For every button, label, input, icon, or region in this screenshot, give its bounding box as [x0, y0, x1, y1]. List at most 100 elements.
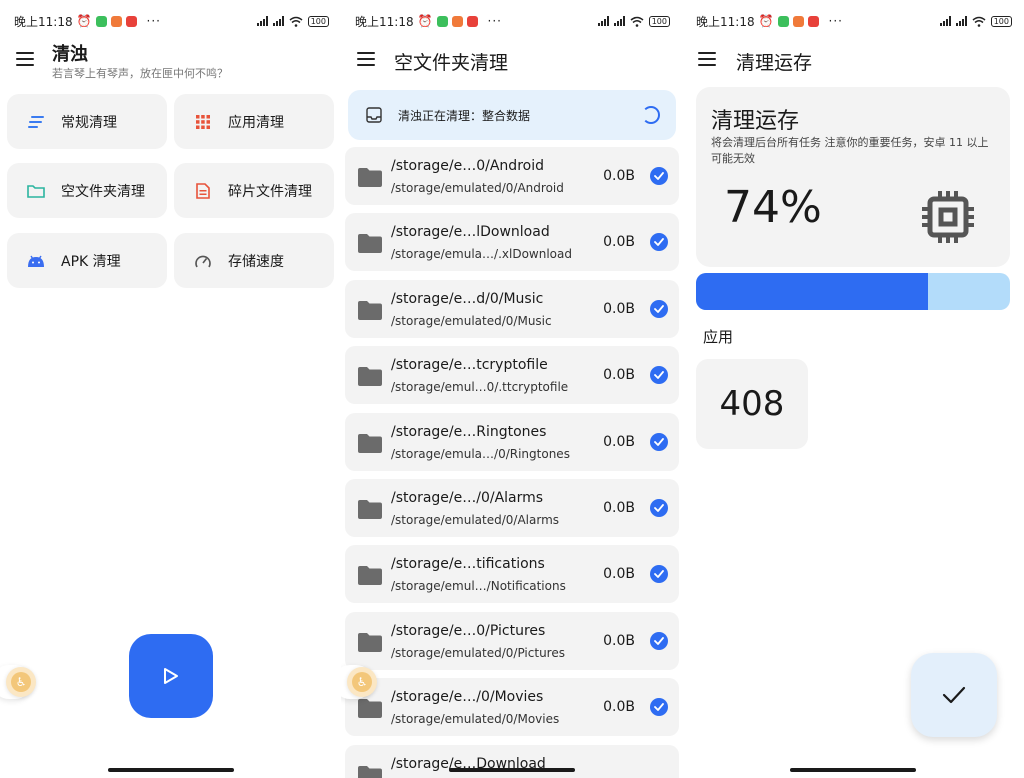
signal-icon [256, 16, 268, 26]
confirm-clean-button[interactable] [911, 653, 997, 737]
tile-label: 存储速度 [228, 253, 284, 270]
tile-storage-speed[interactable]: 存储速度 [174, 233, 334, 288]
check-circle-icon[interactable] [650, 698, 668, 717]
menu-icon[interactable] [698, 52, 716, 66]
tile-apk-clean[interactable]: APK 清理 [7, 233, 167, 288]
check-icon [942, 686, 966, 704]
menu-icon[interactable] [357, 52, 375, 66]
status-time: 晚上11:18 [355, 14, 414, 29]
check-circle-icon[interactable] [650, 366, 668, 385]
check-circle-icon[interactable] [650, 631, 668, 650]
folder-row[interactable]: /storage/e…d/0/Music/storage/emulated/0/… [345, 279, 679, 338]
tile-fragment-clean[interactable]: 碎片文件清理 [174, 163, 334, 218]
battery-icon: 100 [990, 15, 1012, 27]
alarm-off-icon: ⏰ [76, 14, 92, 28]
home-indicator[interactable] [107, 768, 234, 772]
app-notification-icon [466, 15, 478, 27]
tile-label: 常规清理 [61, 114, 117, 131]
accessibility-icon: ♿ [352, 672, 372, 692]
app-notification-icon [125, 15, 137, 27]
folder-path: /storage/emulated/0/Android [391, 181, 564, 195]
folder-name: /storage/e…0/Pictures [391, 622, 546, 639]
speedometer-icon [194, 253, 212, 269]
page-title: 空文件夹清理 [394, 52, 509, 74]
screen-ram-clean: 晚上11:18 ⏰ ··· 100 清理运存 清理运存 将会清理后台所有任务 注… [682, 0, 1024, 778]
play-icon [164, 668, 178, 684]
folder-icon [358, 632, 382, 652]
apps-count-card: 408 [696, 359, 808, 449]
folder-name: /storage/e…0/Android [391, 158, 544, 174]
floating-assistant-button[interactable]: ♿ [6, 667, 36, 697]
folder-path: /storage/emul…0/.ttcryptofile [391, 380, 569, 395]
wifi-icon [630, 16, 644, 27]
folder-icon [358, 433, 382, 453]
check-circle-icon[interactable] [650, 299, 668, 318]
app-notification-icon [792, 15, 804, 27]
folder-size: 0.0B [603, 367, 635, 384]
tile-label: 空文件夹清理 [61, 183, 145, 200]
folder-path: /storage/emula…/.xlDownload [391, 247, 572, 262]
more-notifications: ··· [828, 14, 843, 28]
battery-icon: 100 [307, 15, 329, 27]
app-subtitle: 若言琴上有琴声，放在匣中何不鸣？ [52, 67, 228, 80]
folder-row[interactable]: /storage/e…tcryptofile/storage/emul…0/.t… [345, 346, 679, 405]
battery-icon: 100 [648, 15, 670, 27]
cleaning-progress-banner: 清浊正在清理：整合数据 [348, 90, 676, 140]
folder-row[interactable]: /storage/e…/0/Alarms/storage/emulated/0/… [345, 479, 679, 537]
tile-label: APK 清理 [61, 253, 121, 270]
menu-icon[interactable] [16, 52, 34, 66]
check-circle-icon[interactable] [650, 233, 668, 252]
signal-icon [597, 16, 609, 26]
start-clean-button[interactable] [129, 634, 213, 718]
document-icon [194, 182, 212, 199]
folder-row[interactable]: /storage/e…Ringtones/storage/emula…/0/Ri… [345, 412, 679, 471]
check-circle-icon[interactable] [650, 432, 668, 451]
folder-row[interactable]: /storage/e…Download [345, 744, 679, 778]
alarm-off-icon: ⏰ [417, 14, 433, 28]
folder-row[interactable]: /storage/e…0/Android/storage/emulated/0/… [345, 147, 679, 205]
wifi-icon [972, 16, 986, 27]
folder-icon [358, 234, 382, 254]
check-circle-icon[interactable] [650, 565, 668, 584]
folder-size: 0.0B [603, 500, 635, 516]
folder-size: 0.0B [603, 300, 635, 317]
folder-icon [358, 168, 382, 187]
signal-icon [272, 16, 284, 26]
status-bar: 晚上11:18 ⏰ ··· 100 [355, 12, 670, 30]
banner-text: 清浊正在清理：整合数据 [398, 108, 531, 123]
status-bar: 晚上11:18 ⏰ ··· 100 [14, 12, 329, 30]
tile-app-clean[interactable]: 应用清理 [174, 94, 334, 149]
more-notifications: ··· [487, 14, 502, 28]
folder-name: /storage/e…/0/Alarms [391, 490, 544, 506]
app-notification-icon [110, 15, 122, 27]
tile-empty-folder-clean[interactable]: 空文件夹清理 [7, 163, 167, 218]
folder-icon [27, 183, 45, 199]
page-title: 清理运存 [736, 52, 813, 74]
apps-label: 应用 [703, 328, 734, 346]
folder-row[interactable]: /storage/e…0/Pictures/storage/emulated/0… [345, 611, 679, 670]
inbox-icon [366, 107, 382, 123]
loading-spinner-icon [642, 106, 660, 124]
signal-icon [613, 16, 625, 26]
check-circle-icon[interactable] [650, 167, 668, 185]
folder-size: 0.0B [603, 566, 635, 583]
folder-row[interactable]: /storage/e…/0/Movies/storage/emulated/0/… [345, 678, 679, 737]
folder-row[interactable]: /storage/e…tifications/storage/emul…/Not… [345, 545, 679, 604]
folder-path: /storage/emula…/0/Ringtones [391, 446, 570, 461]
signal-icon [955, 16, 967, 26]
tile-general-clean[interactable]: 常规清理 [7, 94, 167, 149]
status-time: 晚上11:18 [14, 14, 73, 29]
folder-name: /storage/e…d/0/Music [391, 290, 544, 307]
tile-label: 碎片文件清理 [228, 183, 312, 200]
ram-info-card: 清理运存 将会清理后台所有任务 注意你的重要任务，安卓 11 以上可能无效 74… [696, 87, 1010, 267]
home-indicator[interactable] [790, 768, 916, 772]
app-notification-icon [95, 15, 107, 27]
folder-row[interactable]: /storage/e…lDownload/storage/emula…/.xlD… [345, 213, 679, 272]
home-indicator[interactable] [448, 768, 575, 772]
floating-assistant-button[interactable]: ♿ [347, 667, 377, 697]
folder-size: 0.0B [603, 699, 635, 716]
app-notification-icon [436, 15, 448, 27]
signal-icon [939, 16, 951, 26]
tile-label: 应用清理 [228, 114, 284, 131]
check-circle-icon[interactable] [650, 499, 668, 517]
